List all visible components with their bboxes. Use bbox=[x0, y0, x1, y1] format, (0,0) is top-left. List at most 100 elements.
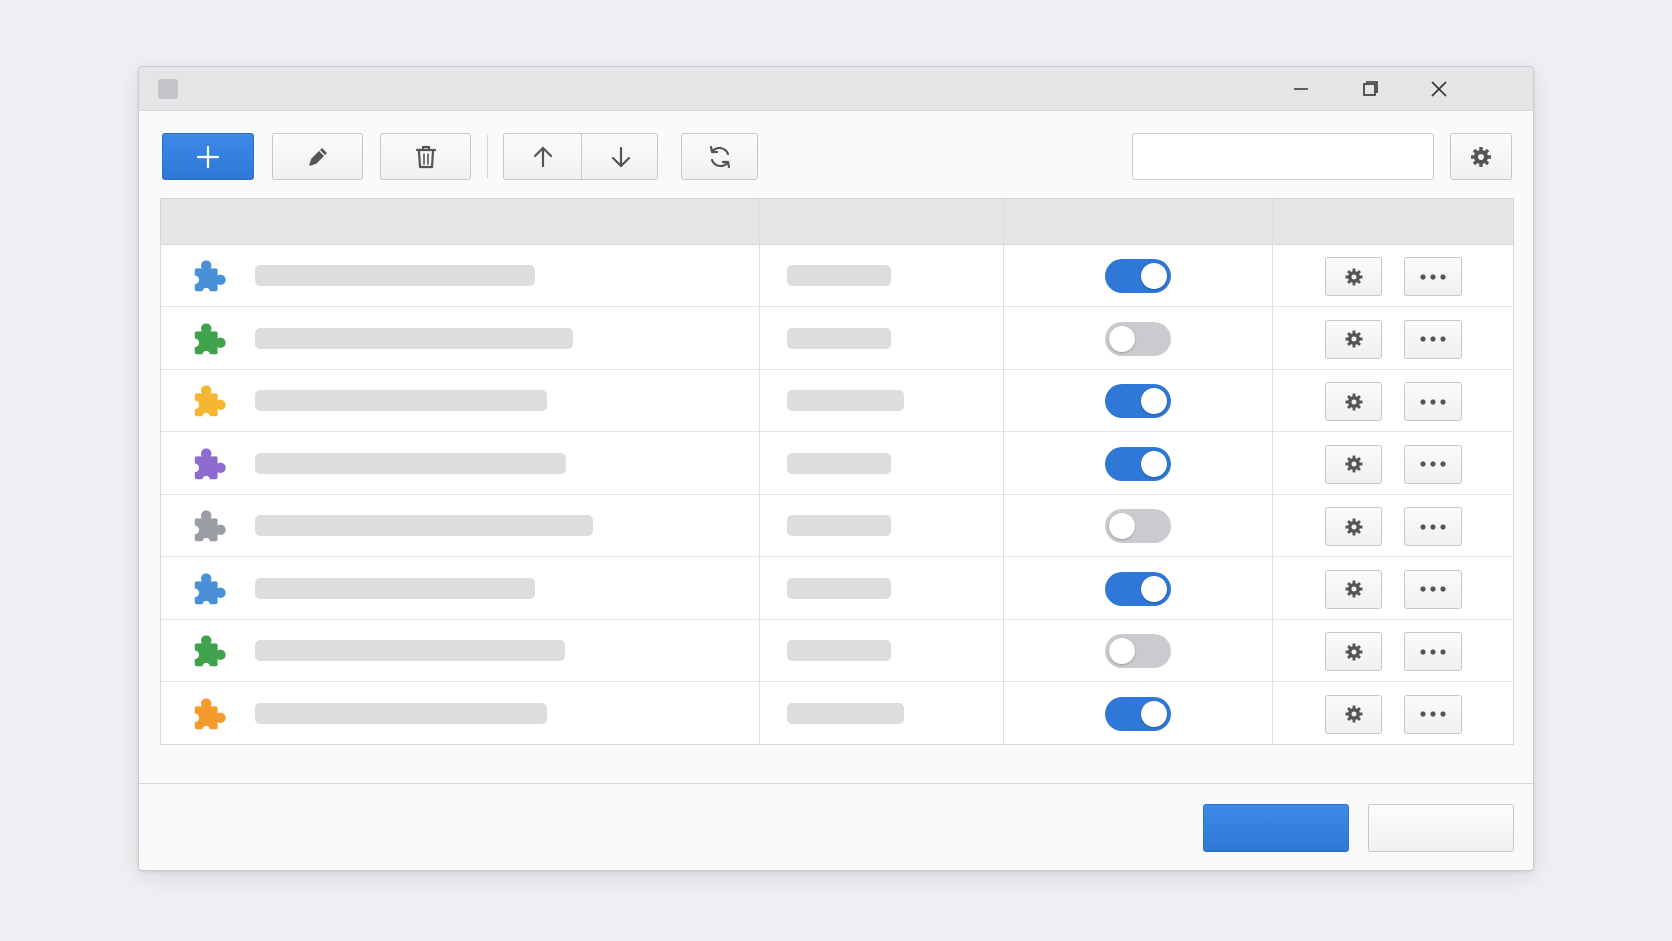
table-row[interactable] bbox=[161, 620, 1513, 682]
maximize-button[interactable] bbox=[1348, 73, 1392, 105]
enable-toggle[interactable] bbox=[1105, 634, 1171, 668]
enable-toggle[interactable] bbox=[1105, 571, 1171, 606]
search-input[interactable] bbox=[1132, 133, 1434, 180]
table-row[interactable] bbox=[161, 433, 1513, 495]
more-icon bbox=[1420, 586, 1446, 592]
delete-button[interactable] bbox=[380, 133, 471, 180]
table-row[interactable] bbox=[161, 245, 1513, 307]
puzzle-icon bbox=[191, 697, 226, 733]
plugin-name-placeholder bbox=[255, 515, 593, 536]
close-button[interactable] bbox=[1417, 73, 1461, 105]
cancel-button[interactable] bbox=[1368, 804, 1514, 852]
plugin-name-placeholder bbox=[255, 640, 565, 661]
table-row[interactable] bbox=[161, 558, 1513, 620]
plugin-name-placeholder bbox=[255, 577, 535, 599]
plugin-settings-button[interactable] bbox=[1325, 694, 1382, 734]
ok-button[interactable] bbox=[1203, 804, 1349, 852]
plugin-name-placeholder bbox=[255, 390, 547, 411]
table-header bbox=[161, 199, 1513, 245]
column-divider bbox=[1003, 199, 1004, 744]
more-options-button[interactable] bbox=[1404, 632, 1462, 671]
table-row[interactable] bbox=[161, 683, 1513, 745]
puzzle-icon bbox=[191, 260, 226, 295]
refresh-button[interactable] bbox=[681, 133, 758, 180]
more-icon bbox=[1420, 398, 1446, 405]
enable-toggle[interactable] bbox=[1105, 696, 1171, 731]
toggle-knob bbox=[1141, 575, 1167, 602]
plugin-settings-button[interactable] bbox=[1325, 632, 1382, 671]
toggle-knob bbox=[1141, 388, 1167, 414]
enable-toggle[interactable] bbox=[1105, 321, 1171, 356]
plugins-table bbox=[160, 198, 1514, 745]
gear-icon bbox=[1345, 455, 1362, 473]
puzzle-icon bbox=[191, 572, 226, 608]
plugin-settings-button[interactable] bbox=[1325, 257, 1382, 296]
plugin-version-placeholder bbox=[787, 390, 904, 411]
plugin-settings-button[interactable] bbox=[1325, 569, 1382, 609]
edit-button[interactable] bbox=[272, 133, 363, 180]
plugin-version-placeholder bbox=[787, 577, 891, 599]
trash-icon bbox=[415, 145, 436, 168]
column-divider bbox=[759, 199, 760, 744]
plugin-settings-button[interactable] bbox=[1325, 444, 1382, 484]
toggle-knob bbox=[1109, 513, 1135, 539]
more-options-button[interactable] bbox=[1404, 694, 1462, 734]
maximize-icon bbox=[1363, 81, 1378, 96]
plugin-settings-button[interactable] bbox=[1325, 382, 1382, 421]
more-options-button[interactable] bbox=[1404, 382, 1462, 421]
plus-icon bbox=[196, 145, 220, 168]
table-row[interactable] bbox=[161, 495, 1513, 557]
more-icon bbox=[1420, 336, 1446, 342]
gear-icon bbox=[1345, 580, 1362, 598]
move-down-button[interactable] bbox=[582, 134, 659, 179]
move-buttons-group bbox=[503, 133, 658, 180]
gear-icon bbox=[1471, 146, 1491, 167]
settings-button[interactable] bbox=[1450, 133, 1512, 180]
table-row[interactable] bbox=[161, 370, 1513, 432]
plugin-name-placeholder bbox=[255, 327, 573, 349]
gear-icon bbox=[1345, 268, 1362, 285]
plugin-manager-window bbox=[138, 66, 1534, 871]
arrow-down-icon bbox=[611, 146, 630, 167]
enable-toggle[interactable] bbox=[1105, 446, 1171, 481]
puzzle-icon bbox=[191, 385, 226, 420]
more-options-button[interactable] bbox=[1404, 444, 1462, 484]
plugin-version-placeholder bbox=[787, 702, 904, 724]
more-icon bbox=[1420, 273, 1446, 280]
enable-toggle[interactable] bbox=[1105, 384, 1171, 418]
table-row[interactable] bbox=[161, 308, 1513, 370]
more-options-button[interactable] bbox=[1404, 319, 1462, 359]
gear-icon bbox=[1345, 330, 1362, 348]
plugin-name-placeholder bbox=[255, 702, 547, 724]
enable-toggle[interactable] bbox=[1105, 509, 1171, 543]
enable-toggle[interactable] bbox=[1105, 259, 1171, 293]
toggle-knob bbox=[1109, 638, 1135, 664]
refresh-icon bbox=[709, 145, 730, 168]
puzzle-icon bbox=[191, 510, 226, 545]
close-icon bbox=[1431, 81, 1447, 97]
minimize-icon bbox=[1294, 88, 1308, 90]
minimize-button[interactable] bbox=[1279, 73, 1323, 105]
plugin-name-placeholder bbox=[255, 452, 566, 474]
add-button[interactable] bbox=[162, 133, 254, 180]
column-divider bbox=[1272, 199, 1273, 744]
plugin-version-placeholder bbox=[787, 327, 891, 349]
plugin-settings-button[interactable] bbox=[1325, 319, 1382, 359]
more-options-button[interactable] bbox=[1404, 507, 1462, 546]
puzzle-icon bbox=[191, 447, 226, 483]
plugin-settings-button[interactable] bbox=[1325, 507, 1382, 546]
toolbar-separator bbox=[487, 135, 488, 178]
gear-icon bbox=[1345, 643, 1362, 660]
plugin-version-placeholder bbox=[787, 515, 891, 536]
more-options-button[interactable] bbox=[1404, 569, 1462, 609]
plugin-version-placeholder bbox=[787, 452, 891, 474]
puzzle-icon bbox=[191, 322, 226, 358]
move-up-button[interactable] bbox=[504, 134, 581, 179]
more-options-button[interactable] bbox=[1404, 257, 1462, 296]
toggle-knob bbox=[1109, 325, 1135, 352]
plugin-name-placeholder bbox=[255, 265, 535, 286]
more-icon bbox=[1420, 711, 1446, 717]
toggle-knob bbox=[1141, 700, 1167, 727]
gear-icon bbox=[1345, 393, 1362, 410]
puzzle-icon bbox=[191, 635, 226, 670]
